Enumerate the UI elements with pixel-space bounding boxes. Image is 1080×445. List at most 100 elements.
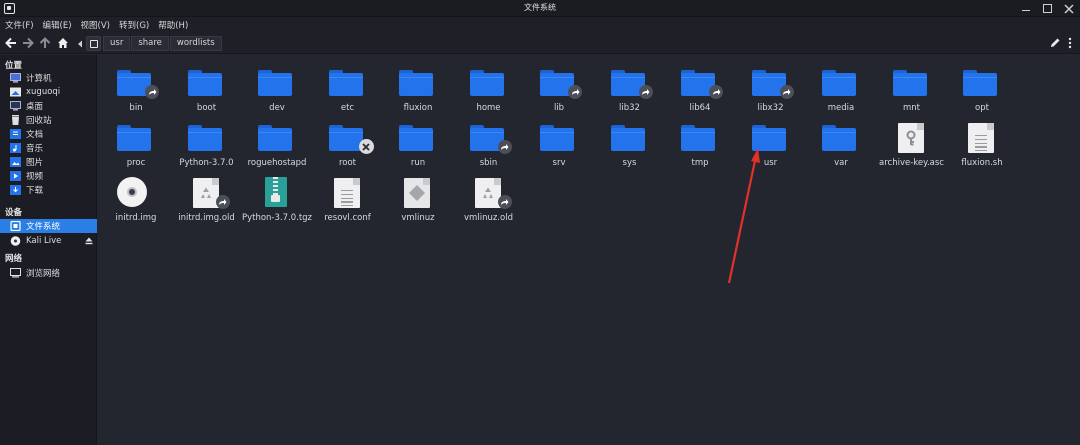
link-emblem-icon [145, 85, 159, 99]
file-grid: bin boot dev etc fluxion home lib lib32 lib64 lib… [98, 55, 1080, 445]
menu-view[interactable]: 视图(V) [81, 19, 110, 31]
home-icon [58, 38, 68, 48]
menu-bar: 文件(F) 编辑(E) 视图(V) 转到(G) 帮助(H) [0, 17, 1080, 33]
downloads-icon [10, 185, 21, 195]
window-title: 文件系统 [524, 3, 556, 12]
no-access-emblem-icon [358, 139, 374, 154]
breadcrumb-share[interactable]: share [131, 36, 169, 51]
minimize-button[interactable] [1021, 4, 1031, 14]
folder-icon [451, 116, 527, 154]
folder-icon [169, 61, 245, 99]
file-item-fluxion-sh[interactable]: fluxion.sh [944, 116, 1020, 168]
videos-icon [10, 171, 21, 181]
link-emblem-icon [497, 140, 512, 154]
link-emblem-icon [709, 85, 723, 99]
breadcrumb: usr share wordlists [74, 36, 223, 51]
more-options-button[interactable] [1066, 37, 1074, 49]
desktop-icon [10, 101, 21, 111]
folder-icon [733, 61, 809, 99]
link-emblem-icon [638, 85, 653, 99]
text-file-icon [310, 171, 386, 209]
sidebar: 位置 计算机 xuguoqi 桌面 回收站 文档 音乐 图片 视频 下载 设备 … [0, 55, 97, 445]
link-emblem-icon [497, 195, 512, 209]
breadcrumb-usr[interactable]: usr [103, 36, 131, 51]
link-emblem-icon [779, 85, 794, 99]
menu-go[interactable]: 转到(G) [119, 19, 149, 31]
up-button[interactable] [38, 36, 52, 50]
folder-icon [451, 61, 527, 99]
folder-icon [98, 61, 174, 99]
trash-icon [12, 115, 19, 125]
text-file-icon [944, 116, 1020, 154]
folder-icon [380, 116, 456, 154]
recycle-file-icon [451, 171, 527, 209]
sidebar-heading-devices: 设备 [5, 208, 23, 218]
folder-icon [310, 61, 386, 99]
menu-file[interactable]: 文件(F) [5, 19, 34, 31]
folder-icon [874, 61, 950, 99]
home-button[interactable] [56, 36, 70, 50]
folder-icon [169, 116, 245, 154]
breadcrumb-scroll-left[interactable] [74, 36, 86, 51]
forward-button[interactable] [21, 36, 35, 50]
archive-icon [239, 171, 315, 209]
arrow-left-icon [5, 37, 16, 49]
sidebar-heading-network: 网络 [5, 254, 23, 264]
folder-icon [380, 61, 456, 99]
sidebar-item-music[interactable]: 音乐 [0, 141, 97, 155]
breadcrumb-root[interactable] [86, 36, 101, 51]
sidebar-item-computer[interactable]: 计算机 [0, 71, 97, 85]
folder-icon [803, 116, 879, 154]
folder-icon [310, 116, 386, 154]
chevron-left-icon [78, 40, 82, 47]
recycle-file-icon [169, 171, 245, 209]
executable-icon [380, 171, 456, 209]
computer-icon [10, 73, 21, 83]
sidebar-item-documents[interactable]: 文档 [0, 127, 97, 141]
sidebar-item-home[interactable]: xuguoqi [0, 85, 97, 99]
breadcrumb-wordlists[interactable]: wordlists [169, 36, 222, 51]
window-controls [1021, 0, 1074, 17]
eject-icon[interactable] [85, 237, 93, 245]
network-icon [10, 268, 21, 278]
folder-icon [98, 116, 174, 154]
maximize-button[interactable] [1043, 4, 1052, 13]
sidebar-item-desktop[interactable]: 桌面 [0, 99, 97, 113]
edit-location-button[interactable] [1049, 37, 1061, 49]
file-item-vmlinuz-old[interactable]: vmlinuz.old [451, 171, 527, 223]
drive-icon [89, 39, 98, 48]
key-file-icon [874, 116, 950, 154]
file-name-label: fluxion.sh [961, 158, 1003, 168]
sidebar-item-trash[interactable]: 回收站 [0, 113, 97, 127]
sidebar-item-videos[interactable]: 视频 [0, 169, 97, 183]
folder-icon [944, 61, 1020, 99]
folder-icon [239, 116, 315, 154]
link-emblem-icon [568, 85, 582, 99]
pencil-icon [1051, 38, 1060, 47]
close-button[interactable] [1064, 3, 1074, 14]
sidebar-item-filesystem[interactable]: 文件系统 [0, 219, 97, 233]
sidebar-item-browse-network[interactable]: 浏览网络 [0, 266, 97, 280]
close-icon [1064, 3, 1074, 14]
back-button[interactable] [4, 36, 18, 50]
documents-icon [10, 129, 21, 139]
arrow-up-icon [39, 37, 51, 48]
music-icon [10, 143, 21, 153]
sidebar-heading-places: 位置 [5, 61, 23, 71]
menu-help[interactable]: 帮助(H) [158, 19, 188, 31]
folder-icon [239, 61, 315, 99]
title-bar: 文件系统 [0, 0, 1080, 17]
menu-edit[interactable]: 编辑(E) [43, 19, 72, 31]
folder-icon [733, 116, 809, 154]
sidebar-item-downloads[interactable]: 下载 [0, 183, 97, 197]
sidebar-item-pictures[interactable]: 图片 [0, 155, 97, 169]
filesystem-icon [10, 221, 21, 231]
folder-icon [662, 116, 738, 154]
file-item-opt[interactable]: opt [944, 61, 1020, 113]
sidebar-item-kali-live[interactable]: Kali Live [0, 234, 97, 248]
folder-icon [592, 116, 668, 154]
kebab-menu-icon [1068, 37, 1072, 49]
file-name-label: opt [975, 103, 989, 113]
home-folder-icon [10, 87, 21, 97]
link-emblem-icon [215, 195, 230, 209]
